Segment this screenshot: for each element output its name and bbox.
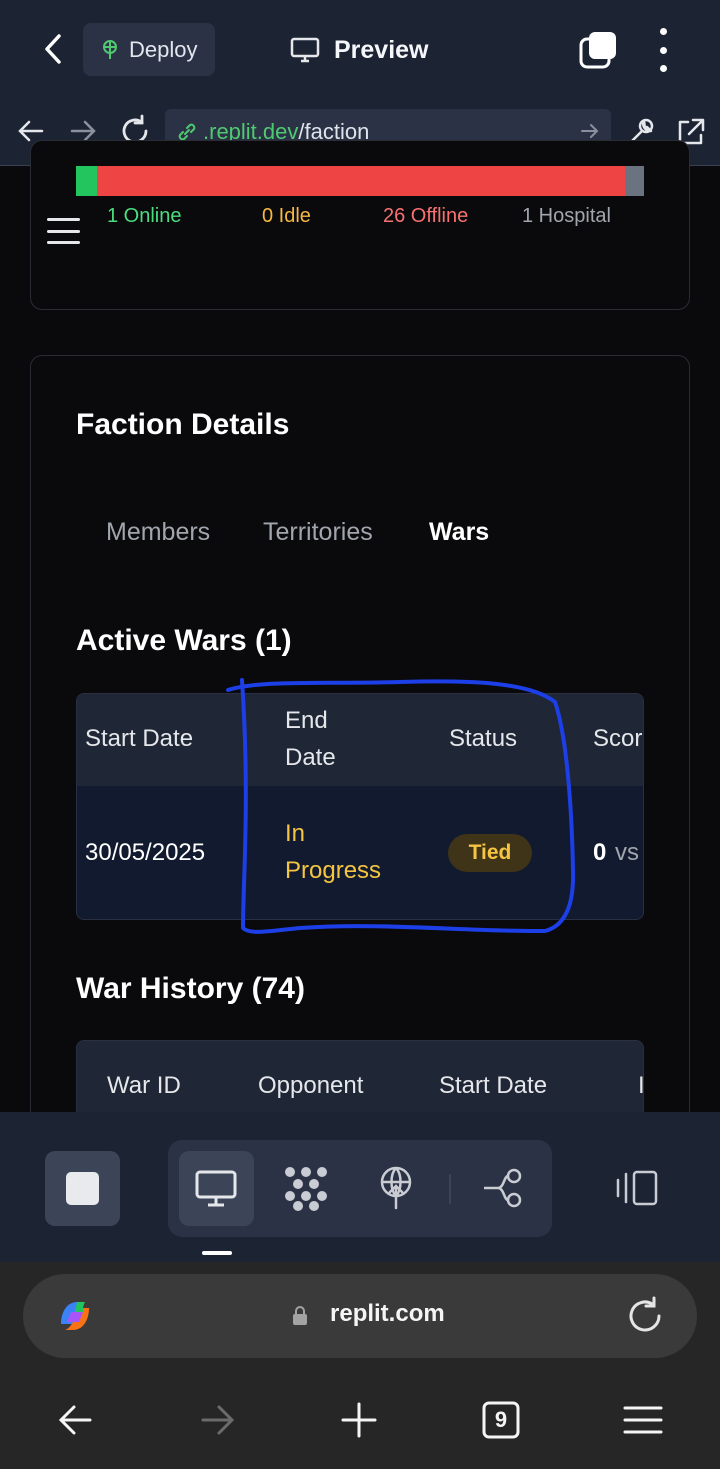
browser-menu-icon[interactable] [619,1396,667,1444]
deploy-button[interactable]: Deploy [83,23,215,76]
cell-score-left: 0 [593,839,607,866]
tab-wars[interactable]: Wars [429,518,489,547]
chevron-left-icon[interactable] [38,30,68,68]
copilot-icon[interactable] [53,1294,97,1338]
cell-start-date: 30/05/2025 [85,839,206,866]
online-count: 1 Online [107,205,182,227]
header-status: Status [449,725,518,752]
preview-tab[interactable]: Preview [290,30,429,70]
status-badge: Tied [448,834,532,872]
cell-score-vs: vs [615,839,639,866]
tab-count-button[interactable]: 9 [477,1396,525,1444]
header-end-date-line2: Date [285,744,336,771]
git-branch-icon[interactable] [478,1162,530,1214]
stop-square-icon [66,1172,99,1205]
tab-count: 9 [494,1407,508,1432]
tabs-overlap-icon[interactable] [578,30,618,70]
header-start-date-history: Start Date [439,1072,548,1099]
offline-segment [97,166,625,196]
member-status-bar [76,166,644,196]
header-next-column: I [638,1067,643,1104]
split-view-icon[interactable] [612,1162,664,1214]
header-opponent: Opponent [258,1072,364,1099]
new-tab-plus-icon[interactable] [335,1396,383,1444]
online-segment [76,166,97,196]
monitor-icon [290,37,320,63]
active-wars-table: Start Date End Date Status Scor 30/05/20… [76,693,644,920]
active-wars-title: Active Wars (1) [76,624,292,657]
tab-members[interactable]: Members [106,518,210,547]
monitor-icon[interactable] [190,1162,242,1214]
tab-territories[interactable]: Territories [263,518,373,547]
hospital-count: 1 Hospital [522,205,611,227]
stop-button[interactable] [45,1151,120,1226]
deploy-icon [103,39,117,59]
header-score: Scor [593,725,643,752]
idle-count: 0 Idle [262,205,311,227]
nodes-grid-icon[interactable] [280,1162,332,1214]
faction-details-title: Faction Details [76,408,290,441]
hamburger-menu-icon[interactable] [47,218,80,244]
header-start-date: Start Date [85,725,194,752]
browser-forward-icon[interactable] [193,1396,241,1444]
reload-icon[interactable] [625,1296,665,1336]
deploy-label: Deploy [129,36,198,62]
cell-end-date-line2: Progress [285,857,382,884]
lock-icon [293,1306,307,1325]
browser-domain: replit.com [330,1300,445,1327]
hospital-segment [625,166,644,196]
kebab-menu-icon[interactable] [650,28,676,72]
offline-count: 26 Offline [383,205,469,227]
browser-back-icon[interactable] [52,1396,100,1444]
header-end-date-line1: End [285,707,328,734]
active-indicator [202,1251,232,1255]
cell-end-date-line1: In [285,820,306,847]
war-history-title: War History (74) [76,972,305,1005]
preview-label: Preview [334,35,429,64]
deploy-globe-icon[interactable] [370,1162,422,1214]
toolbar-divider [449,1174,451,1204]
header-war-id: War ID [107,1072,181,1099]
